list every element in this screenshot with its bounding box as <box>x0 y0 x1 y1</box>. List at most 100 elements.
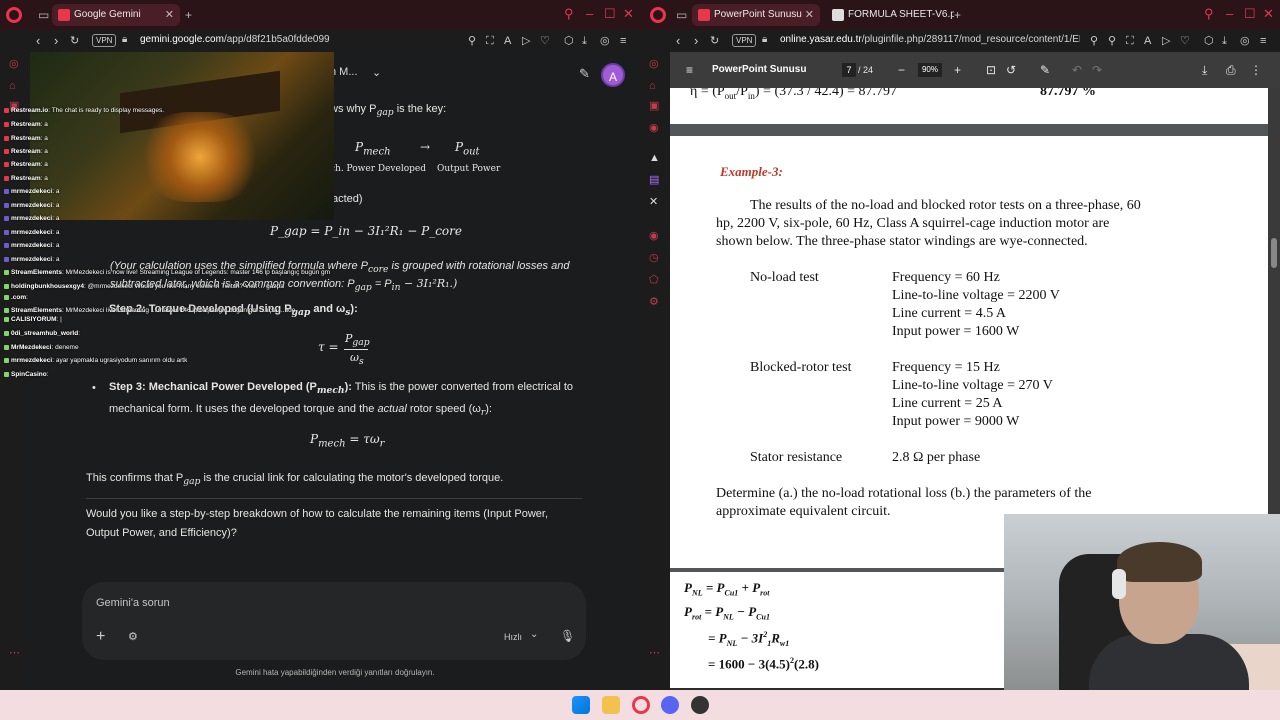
tab-powerpoint[interactable]: PowerPoint Sunusu ✕ <box>692 4 820 26</box>
undo-icon[interactable]: ↶ <box>1072 63 1082 77</box>
more-options-icon[interactable]: ⋮ <box>1250 63 1262 77</box>
close-tab-icon[interactable]: ✕ <box>165 4 174 26</box>
rotate-icon[interactable]: ↺ <box>1006 63 1016 77</box>
download-icon[interactable]: ⤓ <box>582 34 587 48</box>
lock-icon[interactable]: 🔒︎ <box>762 34 767 45</box>
prompt-input-box[interactable]: Gemini'a sorun + ⚙ Hızlı ⌄ 🎙︎ <box>82 582 586 660</box>
heart-icon[interactable]: ♡ <box>540 34 550 48</box>
vpn-badge[interactable]: VPN <box>732 34 757 47</box>
reload-icon[interactable]: ↻ <box>70 33 79 49</box>
menu-icon[interactable]: ≡ <box>1260 34 1266 48</box>
page-number-input[interactable]: 7 <box>842 63 856 77</box>
shopping-icon[interactable]: ⌂ <box>649 80 656 92</box>
vpn-badge[interactable]: VPN <box>92 34 117 47</box>
download-icon[interactable]: ⤓ <box>1222 34 1227 48</box>
scrollbar-thumb[interactable] <box>1271 238 1277 268</box>
opera-logo-icon[interactable] <box>650 7 666 23</box>
download-pdf-icon[interactable]: ⤓ <box>1202 63 1207 78</box>
back-icon[interactable]: ‹ <box>676 33 680 49</box>
obs-icon[interactable] <box>691 696 709 714</box>
forward-icon[interactable]: › <box>694 33 698 49</box>
translate-icon[interactable]: A <box>504 34 511 48</box>
pin-icon[interactable]: ⚲ <box>468 34 476 48</box>
redo-icon[interactable]: ↷ <box>1092 63 1102 77</box>
aria-icon[interactable]: ◎ <box>649 58 659 70</box>
close-window-icon[interactable]: ✕ <box>623 7 634 21</box>
heart-icon[interactable]: ♡ <box>1180 34 1190 48</box>
settings-icon[interactable]: ⚙ <box>649 296 659 308</box>
translate-icon[interactable]: A <box>1144 34 1151 48</box>
close-window-icon[interactable]: ✕ <box>1263 7 1274 21</box>
search-icon[interactable]: ⚲ <box>564 7 574 21</box>
arc-icon[interactable]: ▲ <box>649 152 660 164</box>
zoom-out-icon[interactable]: − <box>898 63 905 77</box>
annotate-icon[interactable]: ✎ <box>1040 63 1050 77</box>
zoom-level[interactable]: 90% <box>918 63 942 77</box>
model-selector[interactable]: Hızlı <box>504 632 522 642</box>
new-tab-icon[interactable]: + <box>954 8 961 22</box>
whatsapp-icon[interactable]: ◉ <box>649 122 659 134</box>
search-icon[interactable]: ⚲ <box>1204 7 1214 21</box>
extensions-icon[interactable]: ⬡ <box>564 34 574 48</box>
menu-icon[interactable]: ≡ <box>620 34 626 48</box>
chat-username: mrmezdekeci <box>11 188 53 195</box>
send-icon[interactable]: ▷ <box>1162 34 1170 48</box>
history-icon[interactable]: ◷ <box>649 252 659 264</box>
zoom-in-icon[interactable]: + <box>954 63 961 77</box>
url-field[interactable]: gemini.google.com/app/d8f21b5a0fdde099 <box>140 34 440 45</box>
opera-logo-icon[interactable] <box>6 7 22 23</box>
fit-page-icon[interactable]: ⊡ <box>986 63 996 77</box>
file-explorer-icon[interactable] <box>602 696 620 714</box>
reload-icon[interactable]: ↻ <box>710 33 719 49</box>
account-icon[interactable]: ◎ <box>1240 34 1250 48</box>
new-chat-icon[interactable]: ✎ <box>579 66 590 82</box>
url-field[interactable]: online.yasar.edu.tr/pluginfile.php/28911… <box>780 34 1080 45</box>
x-icon[interactable]: ✕ <box>649 196 658 208</box>
sidebar-more-icon[interactable]: ⋯ <box>9 647 20 659</box>
conversation-title[interactable]: n M... <box>330 66 358 78</box>
minimize-icon[interactable]: – <box>1226 7 1233 21</box>
maximize-icon[interactable]: ☐ <box>1244 7 1256 21</box>
tab-list-icon[interactable]: ▭ <box>38 8 49 22</box>
pin-icon[interactable]: ⚲ <box>1108 34 1116 48</box>
extensions-icon[interactable]: ⬡ <box>1204 34 1214 48</box>
sidebar-more-icon[interactable]: ⋯ <box>649 647 660 659</box>
messenger-icon[interactable]: ▣ <box>649 100 659 112</box>
tab-title: PowerPoint Sunusu <box>714 9 802 20</box>
tab-formula-sheet[interactable]: FORMULA SHEET-V6.pdf <box>826 4 954 26</box>
discord-icon[interactable] <box>661 696 679 714</box>
twitch-icon[interactable]: ▤ <box>649 174 659 186</box>
minimize-icon[interactable]: – <box>586 7 593 21</box>
send-icon[interactable]: ▷ <box>522 34 530 48</box>
blocked-current: Line current = 25 A <box>892 396 1003 411</box>
tools-icon[interactable]: ⚙ <box>128 630 138 643</box>
zoom-icon[interactable]: ⚲ <box>1090 34 1098 48</box>
lock-icon[interactable]: 🔒︎ <box>122 34 127 45</box>
forward-icon[interactable]: › <box>54 33 58 49</box>
chevron-down-icon[interactable]: ⌄ <box>372 66 381 79</box>
close-tab-icon[interactable]: ✕ <box>805 4 814 26</box>
screenshot-icon[interactable]: ⛶ <box>486 34 494 48</box>
tab-list-icon[interactable]: ▭ <box>676 8 687 22</box>
print-icon[interactable]: ⎙ <box>1226 63 1236 78</box>
tab-google-gemini[interactable]: Google Gemini ✕ <box>52 4 180 26</box>
chat-message: mrmezdekeci: a <box>4 202 59 209</box>
screenshot-icon[interactable]: ⛶ <box>1126 34 1134 48</box>
back-icon[interactable]: ‹ <box>36 33 40 49</box>
model-chevron-icon[interactable]: ⌄ <box>530 629 538 640</box>
windows-start-icon[interactable] <box>572 696 590 714</box>
opera-gx-icon[interactable] <box>632 696 650 714</box>
prompt-input[interactable]: Gemini'a sorun <box>96 597 170 609</box>
player-icon[interactable]: ◉ <box>649 230 659 242</box>
microphone-icon[interactable]: 🎙︎ <box>560 629 575 643</box>
account-icon[interactable]: ◎ <box>600 34 610 48</box>
bookmarks-icon[interactable]: ⬠ <box>649 274 659 286</box>
add-icon[interactable]: + <box>96 628 105 646</box>
new-tab-icon[interactable]: + <box>185 8 192 22</box>
hamburger-menu-icon[interactable]: ≡ <box>686 63 693 77</box>
shopping-icon[interactable]: ⌂ <box>9 80 16 92</box>
maximize-icon[interactable]: ☐ <box>604 7 616 21</box>
followup-question-2: Output Power, and Efficiency)? <box>86 527 237 539</box>
avatar[interactable]: A <box>601 63 625 87</box>
aria-icon[interactable]: ◎ <box>9 58 19 70</box>
